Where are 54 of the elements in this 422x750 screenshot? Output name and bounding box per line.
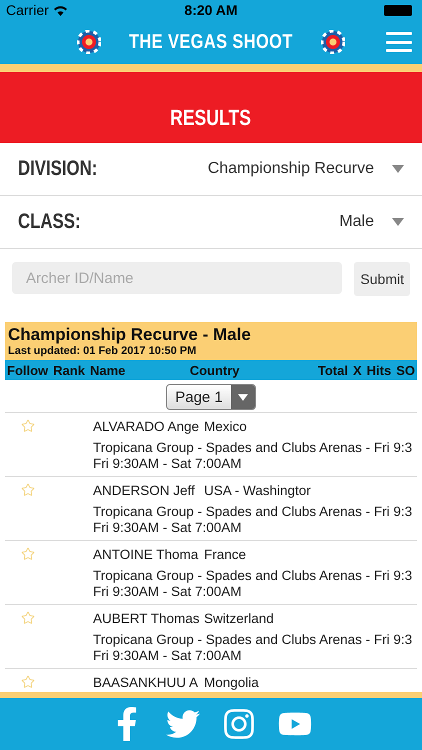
clock-time: 8:20 AM — [184, 2, 238, 18]
battery-icon — [384, 4, 412, 16]
star-icon[interactable] — [21, 675, 35, 689]
star-icon[interactable] — [21, 419, 35, 433]
column-header: Follow — [7, 362, 48, 378]
column-header: X — [352, 362, 362, 378]
archer-country: Mongolia — [204, 675, 259, 690]
last-updated: Last updated: 01 Feb 2017 10:50 PM — [8, 345, 198, 357]
column-header: Country — [190, 362, 241, 378]
archer-name: BAASANKHUU A — [93, 675, 200, 690]
chip-icon — [320, 30, 345, 54]
chip-icon — [77, 30, 102, 54]
caret-icon — [238, 394, 248, 400]
archer-country: France — [204, 547, 246, 562]
column-header: Hits — [366, 362, 392, 378]
carrier-label: Carrier — [6, 2, 68, 18]
archer-name: ANDERSON Jeff — [93, 483, 196, 498]
column-header: Total — [318, 362, 348, 378]
archer-name: ALVARADO Ange — [93, 419, 200, 434]
submit-button[interactable]: Submit — [354, 262, 410, 296]
twitter-icon[interactable] — [166, 707, 200, 741]
session-time: Fri 9:30AM - Sat 7:00AM — [93, 456, 243, 470]
wifi-icon — [52, 4, 68, 16]
archer-country: Mexico — [204, 419, 247, 434]
filter-dropdown[interactable]: Male — [339, 213, 404, 231]
session-time: Fri 9:30AM - Sat 7:00AM — [93, 520, 243, 534]
filter-dropdown[interactable]: Championship Recurve — [208, 160, 404, 178]
app-title: THE VEGAS SHOOT — [129, 30, 293, 54]
venue-text: Tropicana Group - Spades and Clubs Arenas - Fri 9:3 — [93, 568, 412, 584]
archer-name: ANTOINE Thoma — [93, 547, 200, 562]
page-title: RESULTS — [170, 105, 252, 131]
venue-text: Tropicana Group - Spades and Clubs Arenas - Fri 9:3 — [93, 504, 412, 520]
session-time: Fri 9:30AM - Sat 7:00AM — [93, 584, 243, 598]
venue-text: Tropicana Group - Spades and Clubs Arenas - Fri 9:3 — [93, 632, 412, 648]
archer-country: USA - Washingtor — [204, 483, 311, 498]
page-dropdown[interactable]: Page 1 — [166, 384, 256, 410]
filter-label: DIVISION: — [18, 157, 98, 181]
archer-country: Switzerland — [204, 611, 274, 626]
session-time: Fri 9:30AM - Sat 7:00AM — [93, 648, 243, 662]
search-field[interactable]: Archer ID/Name — [12, 262, 342, 294]
instagram-icon[interactable] — [222, 707, 256, 741]
venue-text: Tropicana Group - Spades and Clubs Arenas - Fri 9:3 — [93, 440, 412, 456]
column-header: SO — [396, 362, 415, 378]
filter-label: CLASS: — [18, 210, 81, 234]
star-icon[interactable] — [21, 547, 35, 561]
star-icon[interactable] — [21, 611, 35, 625]
results-title: Championship Recurve - Male — [8, 325, 252, 345]
caret-icon — [392, 165, 404, 173]
archer-name: AUBERT Thomas — [93, 611, 201, 626]
star-icon[interactable] — [21, 483, 35, 497]
menu-button[interactable] — [386, 29, 412, 55]
column-header: Name — [90, 362, 126, 378]
column-header: Rank — [53, 362, 85, 378]
caret-icon — [392, 218, 404, 226]
